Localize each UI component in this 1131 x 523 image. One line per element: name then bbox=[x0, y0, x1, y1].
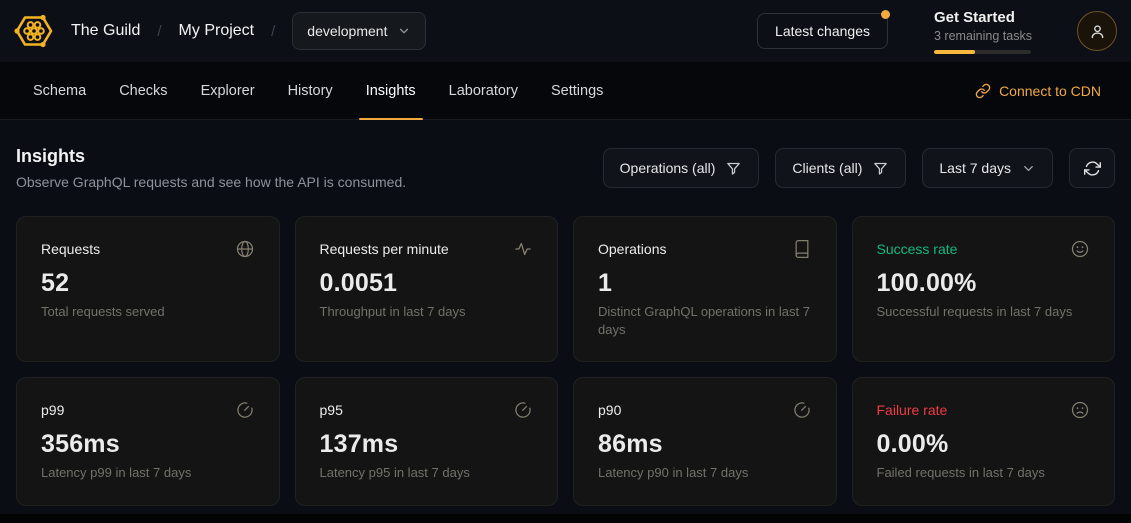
metric-card-p95: p95 137ms Latency p95 in last 7 days bbox=[295, 377, 559, 505]
insights-page: Insights Observe GraphQL requests and se… bbox=[0, 120, 1131, 506]
metric-card-p99: p99 356ms Latency p99 in last 7 days bbox=[16, 377, 280, 505]
card-value: 0.00% bbox=[877, 430, 1091, 459]
notification-dot bbox=[881, 10, 890, 19]
card-value: 0.0051 bbox=[320, 269, 534, 298]
card-title: Requests per minute bbox=[320, 241, 449, 257]
person-icon bbox=[1088, 22, 1107, 41]
card-title: p95 bbox=[320, 402, 343, 418]
filters-toolbar: Operations (all) Clients (all) Last 7 da… bbox=[603, 148, 1115, 188]
tab-checks[interactable]: Checks bbox=[119, 62, 167, 119]
filter-funnel-icon bbox=[872, 160, 889, 177]
chevron-down-icon bbox=[397, 24, 411, 38]
breadcrumb-separator: / bbox=[157, 23, 161, 40]
card-subtitle: Total requests served bbox=[41, 303, 255, 321]
metric-card-failure-rate: Failure rate 0.00% Failed requests in la… bbox=[852, 377, 1116, 505]
period-select-button[interactable]: Last 7 days bbox=[922, 148, 1053, 188]
metric-card-p90: p90 86ms Latency p90 in last 7 days bbox=[573, 377, 837, 505]
page-heading: Insights Observe GraphQL requests and se… bbox=[16, 146, 406, 190]
clients-filter-label: Clients (all) bbox=[792, 160, 862, 176]
filter-funnel-icon bbox=[725, 160, 742, 177]
nav-tabs: Schema Checks Explorer History Insights … bbox=[33, 62, 603, 119]
metric-card-requests: Requests 52 Total requests served bbox=[16, 216, 280, 362]
card-subtitle: Successful requests in last 7 days bbox=[877, 303, 1091, 321]
link-icon bbox=[975, 83, 991, 99]
operations-filter-label: Operations (all) bbox=[620, 160, 716, 176]
hive-logo-icon[interactable] bbox=[14, 13, 54, 49]
metric-card-success-rate: Success rate 100.00% Successful requests… bbox=[852, 216, 1116, 362]
get-started-title: Get Started bbox=[934, 9, 1031, 26]
card-value: 137ms bbox=[320, 430, 534, 459]
app-header: The Guild / My Project / development Lat… bbox=[0, 0, 1131, 62]
card-value: 356ms bbox=[41, 430, 255, 459]
next-section-edge bbox=[0, 514, 1131, 523]
tab-settings[interactable]: Settings bbox=[551, 62, 603, 119]
breadcrumb-separator: / bbox=[271, 23, 275, 40]
card-subtitle: Latency p95 in last 7 days bbox=[320, 464, 534, 482]
operations-filter-button[interactable]: Operations (all) bbox=[603, 148, 760, 188]
smile-icon bbox=[1070, 239, 1090, 259]
target-navbar: Schema Checks Explorer History Insights … bbox=[0, 62, 1131, 120]
gauge-icon bbox=[513, 400, 533, 420]
gauge-icon bbox=[235, 400, 255, 420]
globe-icon bbox=[235, 239, 255, 259]
latest-changes-label: Latest changes bbox=[775, 23, 870, 39]
card-value: 100.00% bbox=[877, 269, 1091, 298]
card-title: Failure rate bbox=[877, 402, 948, 418]
environment-selector-value: development bbox=[307, 23, 387, 39]
card-value: 1 bbox=[598, 269, 812, 298]
card-title: Operations bbox=[598, 241, 666, 257]
get-started-subtitle: 3 remaining tasks bbox=[934, 29, 1031, 43]
page-subtitle: Observe GraphQL requests and see how the… bbox=[16, 174, 406, 190]
gauge-icon bbox=[792, 400, 812, 420]
card-subtitle: Latency p90 in last 7 days bbox=[598, 464, 812, 482]
card-title: p90 bbox=[598, 402, 621, 418]
breadcrumb-project[interactable]: My Project bbox=[179, 22, 255, 40]
card-subtitle: Distinct GraphQL operations in last 7 da… bbox=[598, 303, 812, 339]
page-title: Insights bbox=[16, 146, 406, 167]
environment-selector[interactable]: development bbox=[292, 12, 426, 50]
chevron-down-icon bbox=[1021, 161, 1036, 176]
breadcrumb-org[interactable]: The Guild bbox=[71, 22, 140, 40]
metric-card-operations: Operations 1 Distinct GraphQL operations… bbox=[573, 216, 837, 362]
user-avatar[interactable] bbox=[1077, 11, 1117, 51]
refresh-button[interactable] bbox=[1069, 148, 1115, 188]
card-title: Success rate bbox=[877, 241, 958, 257]
get-started-progress-bar bbox=[934, 50, 1031, 54]
card-value: 86ms bbox=[598, 430, 812, 459]
tab-history[interactable]: History bbox=[288, 62, 333, 119]
refresh-icon bbox=[1084, 160, 1101, 177]
card-subtitle: Throughput in last 7 days bbox=[320, 303, 534, 321]
metrics-grid: Requests 52 Total requests served Reques… bbox=[16, 216, 1115, 506]
card-title: Requests bbox=[41, 241, 100, 257]
frown-icon bbox=[1070, 400, 1090, 420]
book-icon bbox=[792, 239, 812, 259]
connect-to-cdn-link[interactable]: Connect to CDN bbox=[975, 83, 1101, 99]
metric-card-requests-per-minute: Requests per minute 0.0051 Throughput in… bbox=[295, 216, 559, 362]
tab-explorer[interactable]: Explorer bbox=[201, 62, 255, 119]
clients-filter-button[interactable]: Clients (all) bbox=[775, 148, 906, 188]
tab-schema[interactable]: Schema bbox=[33, 62, 86, 119]
tab-laboratory[interactable]: Laboratory bbox=[449, 62, 518, 119]
latest-changes-button[interactable]: Latest changes bbox=[757, 13, 888, 49]
tab-insights[interactable]: Insights bbox=[366, 62, 416, 119]
card-value: 52 bbox=[41, 269, 255, 298]
card-subtitle: Latency p99 in last 7 days bbox=[41, 464, 255, 482]
connect-to-cdn-label: Connect to CDN bbox=[999, 83, 1101, 99]
get-started-widget[interactable]: Get Started 3 remaining tasks bbox=[934, 9, 1031, 54]
card-title: p99 bbox=[41, 402, 64, 418]
period-select-value: Last 7 days bbox=[939, 160, 1011, 176]
card-subtitle: Failed requests in last 7 days bbox=[877, 464, 1091, 482]
activity-icon bbox=[513, 239, 533, 259]
get-started-progress-fill bbox=[934, 50, 975, 54]
